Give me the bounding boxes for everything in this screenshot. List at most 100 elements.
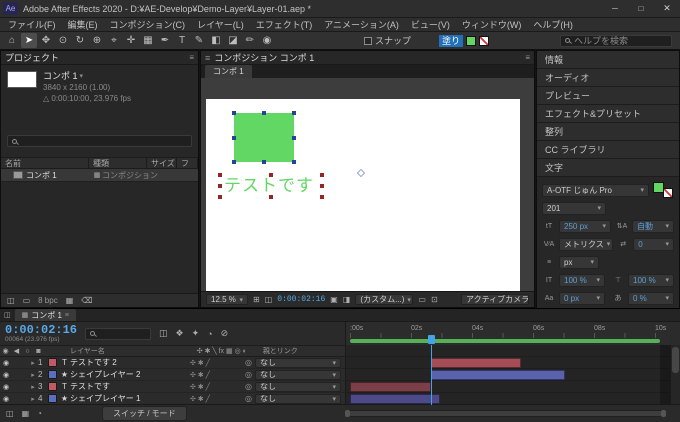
region-of-interest-icon[interactable]: ▭ [418,295,426,304]
layer-name[interactable]: シェイプレイヤー 2 [70,369,190,380]
project-search-input[interactable] [7,135,192,147]
orbit-camera-tool[interactable]: ↻ [72,33,88,48]
brush-tool[interactable]: ✎ [191,33,207,48]
shape-layer-rectangle[interactable] [234,113,294,162]
zoom-scroll-thumb[interactable] [349,411,662,416]
stroke-color-swatch[interactable] [479,36,489,46]
menu-item[interactable]: ヘルプ(H) [533,18,573,31]
tab-project[interactable]: プロジェクト [5,51,59,64]
selection-handle[interactable] [218,195,222,199]
selection-handle[interactable] [320,195,324,199]
zoom-handle-left[interactable] [345,410,350,417]
zoom-tool[interactable]: ⊙ [55,33,71,48]
layer-row[interactable]: ◉ ▸ 2 ★ シェイプレイヤー 2 ✣ ✱ ╱ ◎ なし [0,369,345,381]
current-timecode[interactable]: 0:00:02:16 [5,325,77,336]
layer-visibility-icon[interactable]: ◉ [0,371,12,379]
layer-visibility-icon[interactable]: ◉ [0,395,12,403]
layer-switches-icons[interactable]: ✣ ✱ ╱ [190,383,242,391]
home-icon[interactable]: ⌂ [4,33,20,48]
layer-label-swatch[interactable] [48,394,57,403]
layer-expander-icon[interactable]: ▸ [28,395,38,403]
menu-item[interactable]: エフェクト(T) [256,18,313,31]
layer-duration-bar[interactable] [431,358,520,368]
selection-handle[interactable] [218,184,222,188]
draft-3d-icon[interactable]: ❖ [176,328,184,339]
kerning-select[interactable]: メトリクス [559,238,613,251]
selection-handle[interactable] [269,173,273,177]
selected-item-name[interactable]: コンポ 1 [43,71,78,82]
layer-name[interactable]: テストです [70,381,190,392]
snapshot-icon[interactable]: ▣ [330,295,338,304]
parent-pickwhip-icon[interactable]: ◎ [242,382,255,391]
frame-blend-icon[interactable]: ◔ [207,329,212,339]
selection-handle[interactable] [292,136,296,140]
stacked-panel-header[interactable]: CC ライブラリ [537,141,679,159]
expand-in-out-icon[interactable]: ◔ [37,409,42,418]
menu-item[interactable]: レイヤー(L) [197,18,244,31]
layer-row[interactable]: ◉ ▸ 3 T テストです ✣ ✱ ╱ ◎ なし [0,381,345,393]
font-family-select[interactable]: A-OTF じゅん Pro [542,184,649,197]
layer-duration-bar[interactable] [431,370,565,380]
eye-icon[interactable]: ◉ [0,347,11,355]
show-channel-icon[interactable]: ◨ [343,295,351,304]
panel-menu-icon[interactable]: ≡ [189,53,194,62]
text-tool[interactable]: T [174,33,190,48]
stacked-panel-header[interactable]: 整列 [537,123,679,141]
selection-handle[interactable] [292,160,296,164]
expand-layer-switches-icon[interactable]: ◫ [6,409,14,418]
resolution-select[interactable]: (カスタム...) [355,294,413,305]
selection-handle[interactable] [218,173,222,177]
selection-handle[interactable] [269,195,273,199]
viewer-timecode[interactable]: 0:00:02:16 [277,295,325,304]
layer-visibility-icon[interactable]: ◉ [0,359,12,367]
minimize-button[interactable]: ─ [602,0,628,17]
selection-handle[interactable] [262,160,266,164]
panel-menu-icon[interactable]: ≡ [65,312,69,319]
timeline-zoom-scrollbar[interactable] [345,410,666,417]
roto-brush-tool[interactable]: ✏ [242,33,258,48]
selection-handle[interactable] [232,136,236,140]
puppet-pin-tool[interactable]: ◉ [259,33,275,48]
transparency-grid-icon[interactable]: ⊡ [431,295,438,304]
composition-viewport[interactable]: テストです [201,78,534,291]
mask-visibility-icon[interactable]: ◫ [265,295,273,304]
selection-tool[interactable]: ➤ [21,33,37,48]
tab-composition[interactable]: コンポジション コンポ 1 [214,51,314,64]
composition-canvas[interactable]: テストです [206,99,520,291]
create-folder-icon[interactable]: ▭ [23,296,31,305]
column-layer-name[interactable]: レイヤー名 [70,346,105,356]
tab-character-panel[interactable]: 文字 [537,159,679,177]
menu-item[interactable]: 編集(E) [68,18,98,31]
pen-tool[interactable]: ✒ [157,33,173,48]
new-composition-icon[interactable]: ▦ [66,296,74,305]
selection-handle[interactable] [232,111,236,115]
menu-item[interactable]: コンポジション(C) [110,18,186,31]
fill-color-swatch[interactable] [466,36,476,46]
audio-icon[interactable]: ◀ [11,347,22,355]
menu-item[interactable]: アニメーション(A) [324,18,399,31]
pan-behind-tool[interactable]: ✛ [123,33,139,48]
layer-expander-icon[interactable]: ▸ [28,371,38,379]
parent-pickwhip-icon[interactable]: ◎ [242,370,255,379]
playhead-handle[interactable] [428,335,435,344]
shape-tool[interactable]: ▦ [140,33,156,48]
bit-depth[interactable]: 8 bpc [38,296,58,305]
motion-blur-icon[interactable]: ⊘ [221,328,229,339]
layer-expander-icon[interactable]: ▸ [28,383,38,391]
selection-handle[interactable] [262,111,266,115]
column-switches-icons[interactable]: ✣ ✱ ╲ fx ▦ ◎ ◐ [197,347,247,355]
hand-tool[interactable]: ✥ [38,33,54,48]
column-header[interactable]: 種類 [89,158,147,169]
menu-item[interactable]: ウィンドウ(W) [462,18,522,31]
close-button[interactable]: ✕ [654,0,680,17]
grid-guides-icon[interactable]: ⊞ [253,295,260,304]
time-ruler[interactable]: :00s02s04s06s08s10s [345,322,670,345]
layer-expander-icon[interactable]: ▸ [28,359,38,367]
parent-select[interactable]: なし [255,358,341,368]
stacked-panel-header[interactable]: エフェクト&プリセット [537,105,679,123]
layer-duration-bar[interactable] [350,394,440,404]
layer-visibility-icon[interactable]: ◉ [0,383,12,391]
text-color-swatches[interactable] [652,181,674,199]
vertical-scale-select[interactable]: 100 % [559,274,605,287]
solo-icon[interactable]: ○ [22,348,33,355]
